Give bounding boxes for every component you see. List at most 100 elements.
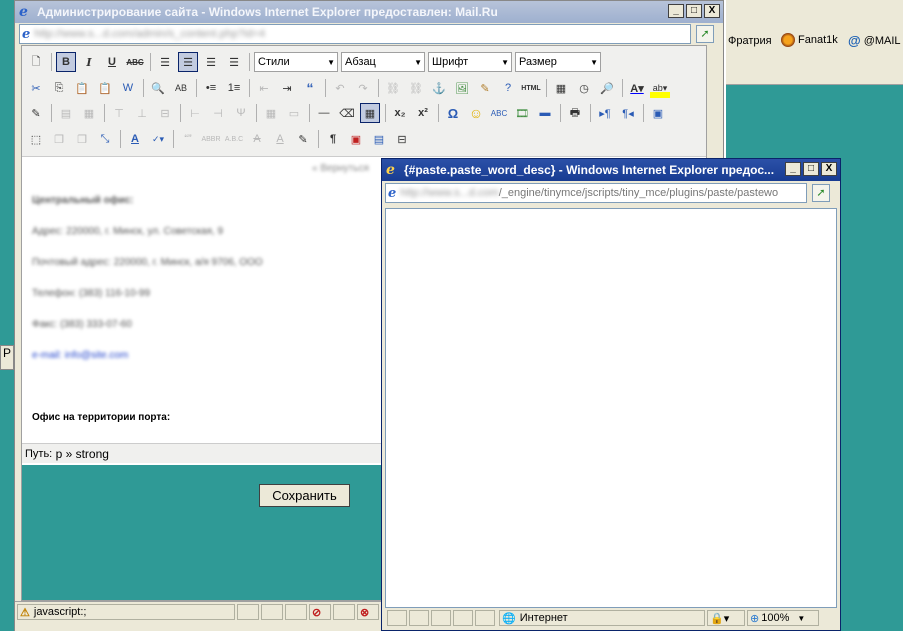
font-size-select[interactable]: Размер ▼ [515, 52, 601, 72]
media-icon[interactable]: 🎞 [512, 103, 532, 123]
align-right-icon[interactable]: ☰ [201, 52, 221, 72]
del-icon[interactable]: A [247, 129, 267, 149]
delete-row-icon[interactable]: ⊟ [155, 103, 175, 123]
unlink-icon[interactable]: ⛓ [406, 78, 426, 98]
outdent-icon[interactable]: ⇤ [254, 78, 274, 98]
col-after-icon[interactable]: ⊣ [208, 103, 228, 123]
align-left-icon[interactable]: ☰ [155, 52, 175, 72]
replace-icon[interactable]: AB [171, 78, 191, 98]
paste-word-icon[interactable]: W [118, 78, 138, 98]
anchor-icon[interactable]: ⚓ [429, 78, 449, 98]
template-icon[interactable]: ▤ [369, 129, 389, 149]
style-select[interactable]: Стили ▼ [254, 52, 338, 72]
special-char-icon[interactable]: Ω [443, 103, 463, 123]
acronym-icon[interactable]: A.B.C [224, 129, 244, 149]
align-center-icon[interactable]: ☰ [178, 52, 198, 72]
row-before-icon[interactable]: ⊤ [109, 103, 129, 123]
cell-props-icon[interactable]: ▦ [79, 103, 99, 123]
emotions-icon[interactable]: ☺ [466, 103, 486, 123]
popup-content[interactable] [385, 208, 837, 608]
delete-col-icon[interactable]: Ψ [231, 103, 251, 123]
go-icon[interactable]: ➚ [696, 25, 714, 43]
preview-icon[interactable]: 🔎 [597, 78, 617, 98]
protected-mode-icon[interactable]: 🔒▾ [707, 610, 745, 626]
spellcheck-icon[interactable]: ABC [489, 103, 509, 123]
save-button[interactable]: Сохранить [259, 484, 350, 507]
back-link[interactable]: « Вернуться [312, 163, 369, 174]
paste-text-icon[interactable]: 📋 [95, 78, 115, 98]
nonbreaking-icon[interactable]: ▣ [346, 129, 366, 149]
absolute-icon[interactable]: ⤡ [95, 129, 115, 149]
insert-time-icon[interactable]: ◷ [574, 78, 594, 98]
main-titlebar[interactable]: e Администрирование сайта - Windows Inte… [15, 1, 723, 23]
italic-button[interactable]: I [79, 52, 99, 72]
html-source-icon[interactable]: HTML [521, 78, 541, 98]
find-icon[interactable]: 🔍 [148, 78, 168, 98]
abbr-icon[interactable]: ABBR [201, 129, 221, 149]
superscript-icon[interactable]: x² [413, 103, 433, 123]
visualchars-icon[interactable]: ¶ [323, 129, 343, 149]
block-format-select[interactable]: Абзац ▼ [341, 52, 425, 72]
move-forward-icon[interactable]: ❐ [49, 129, 69, 149]
link-fanat1k[interactable]: Fanat1k [781, 33, 838, 47]
ltr-icon[interactable]: ▸¶ [595, 103, 615, 123]
underline-button[interactable]: U [102, 52, 122, 72]
link-fratria[interactable]: Фратрия [728, 35, 772, 47]
cite-icon[interactable]: “” [178, 129, 198, 149]
move-backward-icon[interactable]: ❐ [72, 129, 92, 149]
image-icon[interactable]: 🖼 [452, 78, 472, 98]
popup-blocked-icon[interactable]: ⊘ [309, 604, 331, 620]
bg-color-icon[interactable]: ab▾ [650, 78, 670, 98]
visual-aid-icon[interactable]: ▦ [360, 103, 380, 123]
link-icon[interactable]: ⛓ [383, 78, 403, 98]
undo-icon[interactable]: ↶ [330, 78, 350, 98]
advhr-icon[interactable]: ▬ [535, 103, 555, 123]
spellchecker-icon[interactable]: ✓▾ [148, 129, 168, 149]
row-props-icon[interactable]: ▤ [56, 103, 76, 123]
maximize-button[interactable]: □ [686, 4, 702, 18]
go-icon[interactable]: ➚ [812, 184, 830, 202]
minimize-button[interactable]: _ [785, 162, 801, 176]
insert-date-icon[interactable]: ▦ [551, 78, 571, 98]
redo-icon[interactable]: ↷ [353, 78, 373, 98]
align-justify-icon[interactable]: ☰ [224, 52, 244, 72]
blockquote-icon[interactable]: “ [300, 78, 320, 98]
indent-icon[interactable]: ⇥ [277, 78, 297, 98]
copy-icon[interactable]: ⎘ [49, 78, 69, 98]
main-address-bar[interactable]: e http://www.s...d.com/admin/s_content.p… [19, 24, 691, 44]
remove-format-icon[interactable]: ⌫ [337, 103, 357, 123]
insert-layer-icon[interactable]: ⬚ [26, 129, 46, 149]
zoom-control[interactable]: ⊕ 100% ▼ [747, 610, 819, 626]
print-icon[interactable]: 🖶 [565, 103, 585, 123]
close-button[interactable]: X [821, 162, 837, 176]
bold-button[interactable]: B [56, 52, 76, 72]
close-button[interactable]: X [704, 4, 720, 18]
cut-icon[interactable]: ✂ [26, 78, 46, 98]
error-icon[interactable]: ⊗ [357, 604, 379, 620]
popup-address-bar[interactable]: e http://www.s...d.com /_engine/tinymce/… [385, 183, 807, 203]
new-document-icon[interactable]: 🗋 [26, 52, 46, 72]
horizontal-rule-icon[interactable]: — [314, 103, 334, 123]
merge-cells-icon[interactable]: ▭ [284, 103, 304, 123]
styleprops-icon[interactable]: A [125, 129, 145, 149]
minimize-button[interactable]: _ [668, 4, 684, 18]
link-mail[interactable]: @ @MAIL [848, 33, 901, 48]
popup-titlebar[interactable]: e {#paste.paste_word_desc} - Windows Int… [382, 159, 840, 181]
table-props-icon[interactable]: ✎ [26, 103, 46, 123]
split-cells-icon[interactable]: ▦ [261, 103, 281, 123]
email-link[interactable]: e-mail: info@site.com [32, 350, 128, 361]
col-before-icon[interactable]: ⊢ [185, 103, 205, 123]
rtl-icon[interactable]: ¶◂ [618, 103, 638, 123]
numbered-list-icon[interactable]: 1≡ [224, 78, 244, 98]
fullscreen-icon[interactable]: ▣ [648, 103, 668, 123]
attribs-icon[interactable]: ✎ [293, 129, 313, 149]
help-icon[interactable]: ? [498, 78, 518, 98]
bullet-list-icon[interactable]: •≡ [201, 78, 221, 98]
paste-icon[interactable]: 📋 [72, 78, 92, 98]
strikethrough-button[interactable]: ABC [125, 52, 145, 72]
path-value[interactable]: p » strong [56, 447, 109, 461]
text-color-icon[interactable]: A▾ [627, 78, 647, 98]
subscript-icon[interactable]: x₂ [390, 103, 410, 123]
row-after-icon[interactable]: ⊥ [132, 103, 152, 123]
pagebreak-icon[interactable]: ⊟ [392, 129, 412, 149]
